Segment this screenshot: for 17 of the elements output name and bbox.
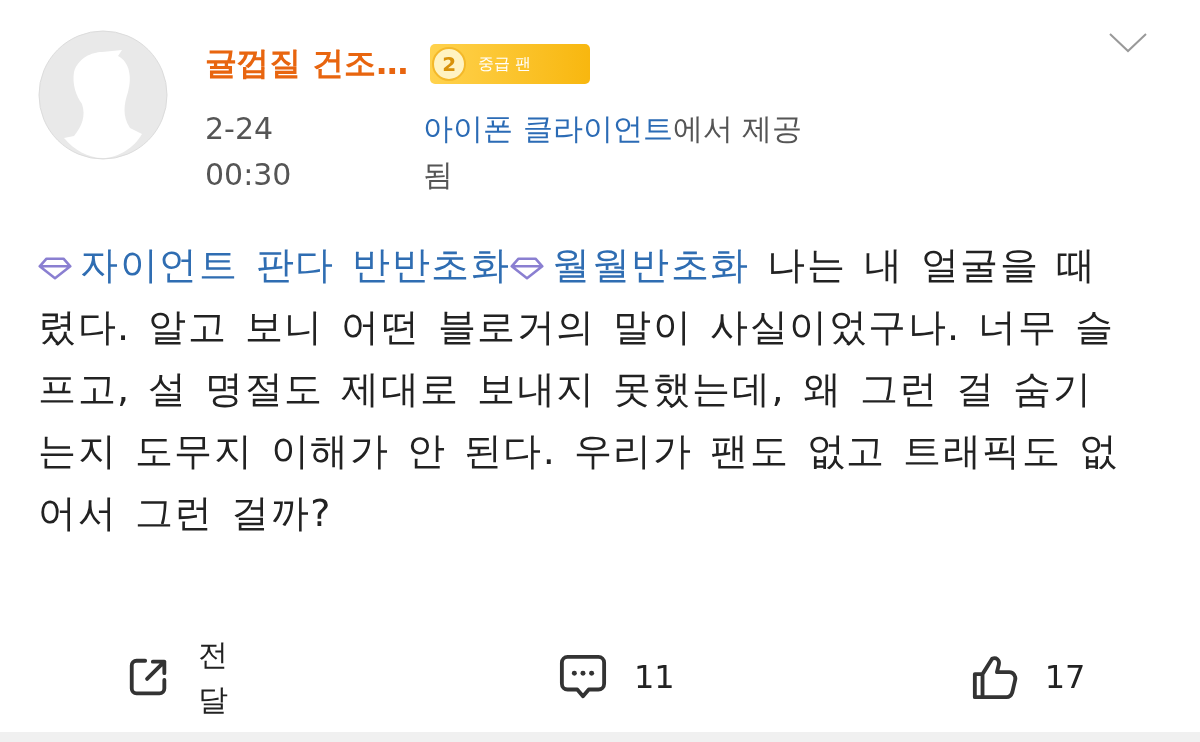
source-text: 아이폰 클라이언트에서 제공됨 xyxy=(423,110,803,194)
source-link[interactable]: 아이폰 클라이언트 xyxy=(423,111,673,146)
post-time: 2-24 00:30 xyxy=(205,110,293,194)
author-name[interactable]: 귤껍질 건조… xyxy=(205,42,409,86)
like-button[interactable]: 17 xyxy=(970,653,1086,701)
level-number: 2 xyxy=(432,47,467,81)
diamond-icon xyxy=(38,256,72,280)
chevron-down-icon[interactable] xyxy=(1108,32,1148,54)
diamond-icon xyxy=(510,256,545,280)
topic-link[interactable]: 자이언트 판다 반반초화 xyxy=(38,243,511,287)
thumbs-up-icon xyxy=(970,653,1019,701)
comment-icon xyxy=(558,653,608,701)
topic-link[interactable]: 월월반초화 xyxy=(510,243,750,287)
post-text: 자이언트 판다 반반초화 월월반초화 나는 내 얼굴을 때렸다. 알고 보니 어떤 블로거의 말이 사실이었구나. 너무 슬프고, 설 명절도 제대로 보내지 못했는데, 왜 그런 걸 숨기는지 도무지 이해가 안 된다. 우리가 팬도 없고 트래픽도 없어서 그런 걸까? xyxy=(38,242,1120,537)
share-button[interactable]: 전달 xyxy=(126,632,228,722)
comment-button[interactable]: 11 xyxy=(558,653,675,701)
badge-label: 중급 팬 xyxy=(478,53,532,75)
